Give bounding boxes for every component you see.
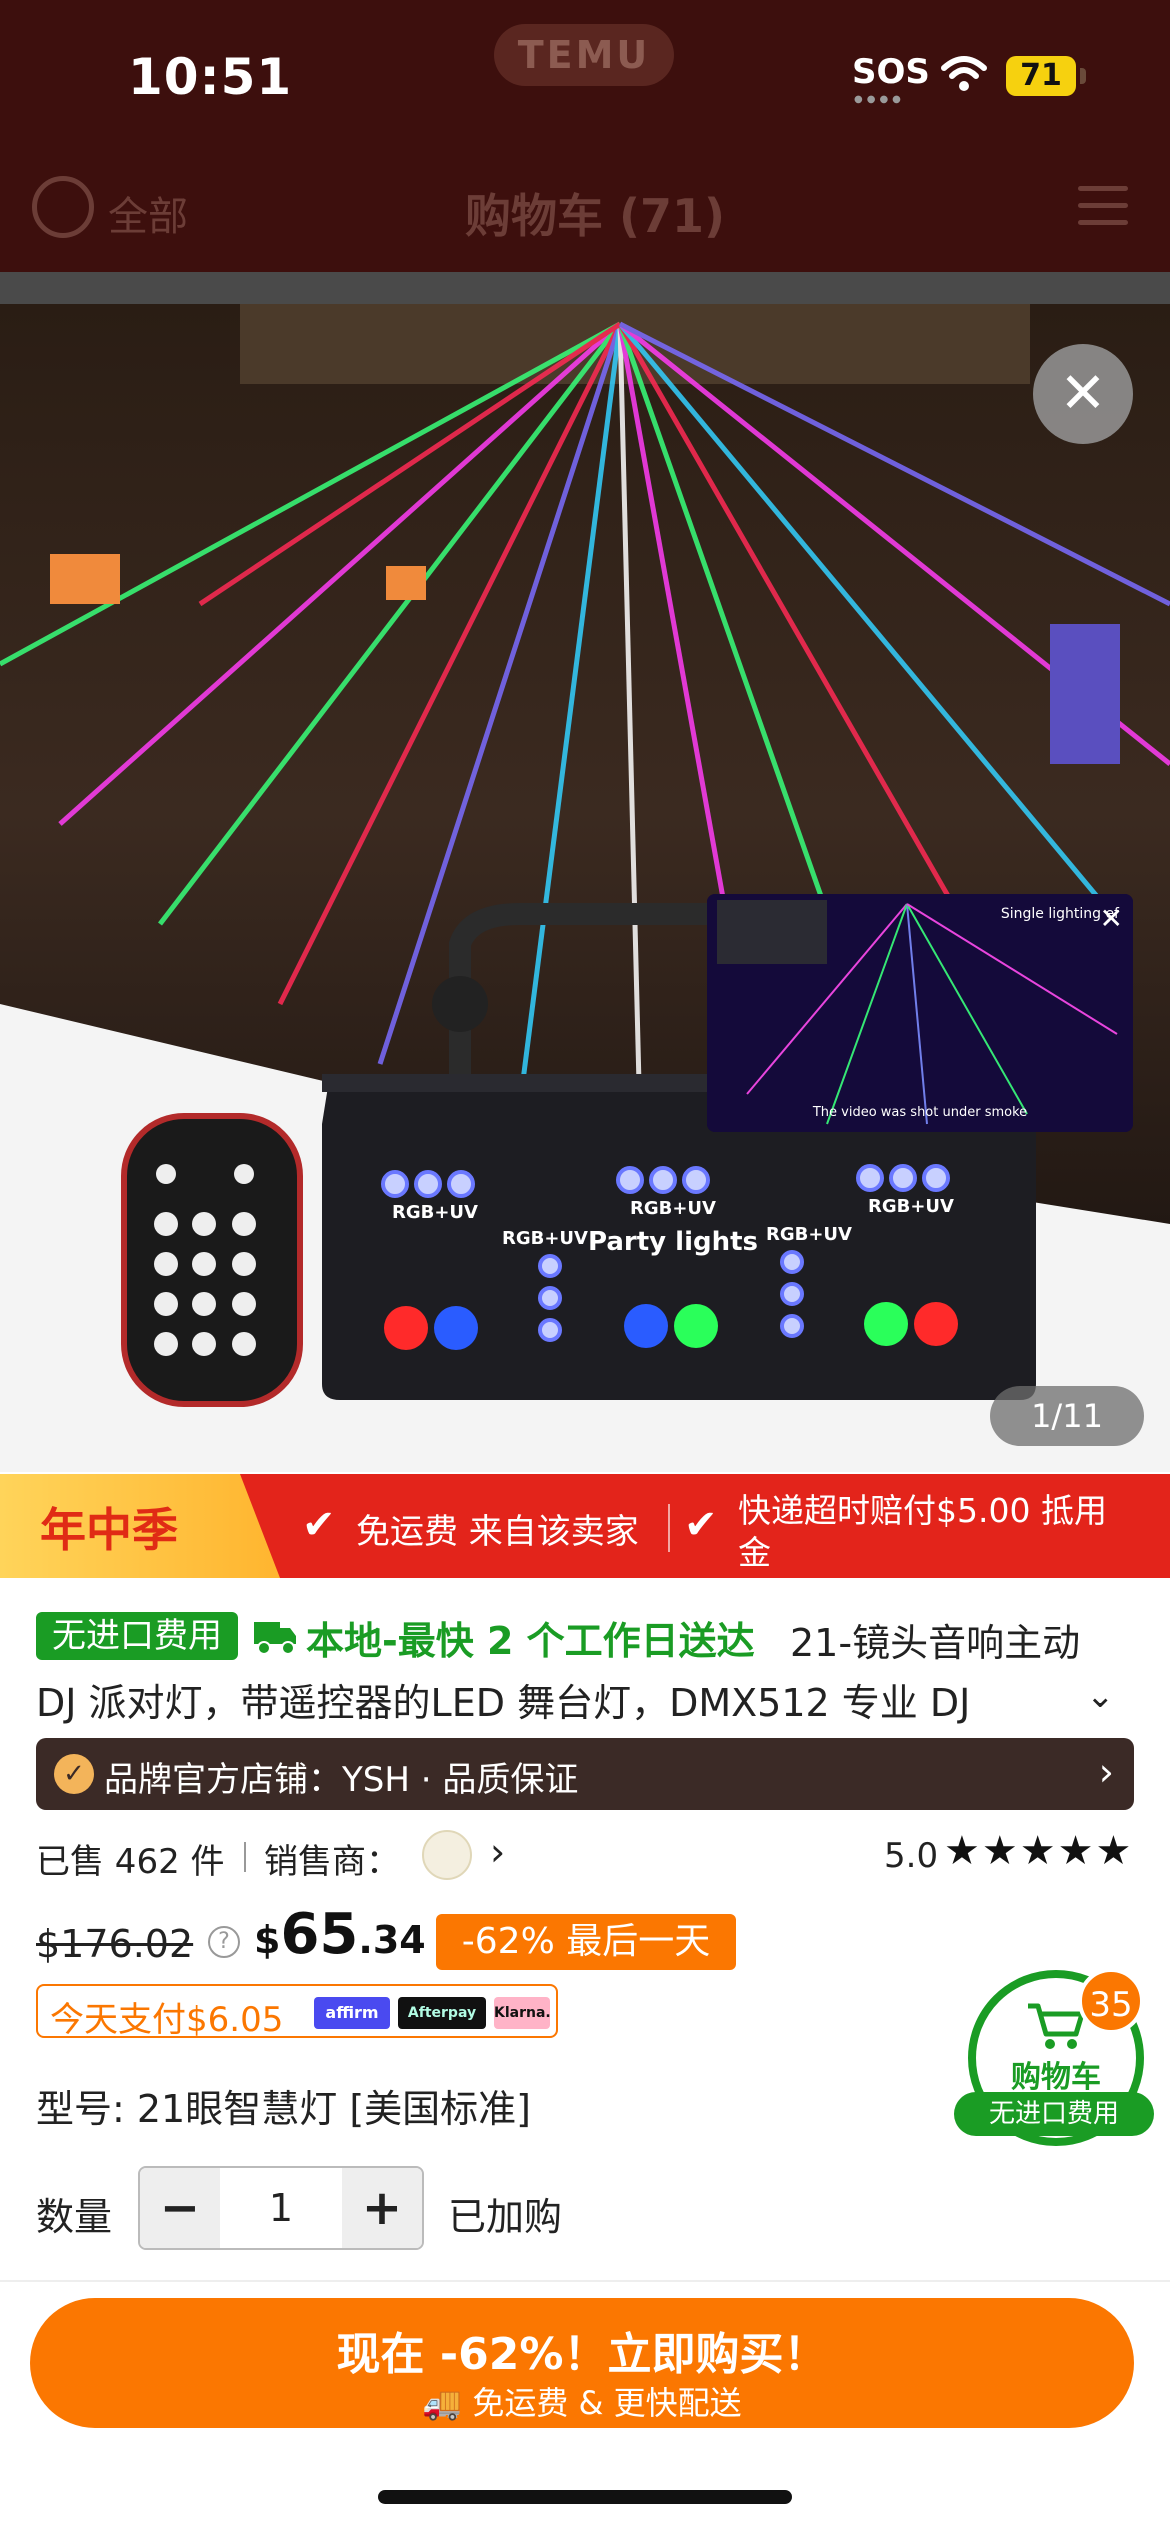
local-delivery-text: 本地-最快 2 个工作日送达 — [306, 1619, 755, 1663]
floating-cart-subtitle: 无进口费用 — [954, 2092, 1154, 2136]
truck-icon — [254, 1622, 296, 1655]
klarna-logo: Klarna. — [494, 1997, 551, 2029]
price-decimal: .34 — [358, 1918, 426, 1962]
buy-now-subtitle: 🚚 免运费 & 更快配送 — [30, 2378, 1134, 2424]
promo-banner: 年中季 ✔ 免运费 来自该卖家 ✔ 快递超时赔付$5.00 抵用 金 — [0, 1474, 1170, 1578]
brand-store-text: 品牌官方店铺：YSH · 品质保证 — [104, 1760, 579, 1800]
sold-count: 已售 462 件 — [36, 1842, 225, 1882]
truck-icon: 🚚 — [422, 2384, 463, 2422]
dimmed-cart-header: 10:51 TEMU SOS ●●●● 71 全部 购物车 (71) — [0, 0, 1170, 272]
quantity-value[interactable]: 1 — [220, 2168, 342, 2248]
wifi-icon — [941, 56, 987, 91]
video-preview-image — [707, 894, 1133, 1132]
current-price: $65.34 — [254, 1902, 426, 1967]
brand-store-bar[interactable]: ✓ 品牌官方店铺：YSH · 品质保证 › — [36, 1738, 1134, 1810]
svg-text:RGB+UV: RGB+UV — [868, 1196, 954, 1217]
select-all-checkbox[interactable] — [32, 176, 94, 238]
check-icon: ✔ — [684, 1502, 718, 1548]
video-preview[interactable]: Single lighting ef ✕ The video was shot … — [707, 894, 1133, 1132]
sheet-backdrop — [0, 272, 1170, 304]
product-title-line2: DJ 派对灯，带遥控器的LED 舞台灯，DMX512 专业 DJ — [36, 1681, 971, 1725]
svg-text:RGB+UV: RGB+UV — [630, 1198, 716, 1219]
discount-badge: -62% 最后一天 — [436, 1914, 736, 1970]
price-integer: 65 — [280, 1902, 359, 1967]
cart-title: 购物车 (71) — [465, 189, 726, 243]
chevron-right-icon[interactable]: › — [490, 1830, 505, 1874]
quantity-stepper: − 1 + — [138, 2166, 424, 2250]
help-icon[interactable]: ? — [208, 1926, 240, 1958]
floating-cart-button[interactable]: 购物车 无进口费用 35 — [954, 1968, 1154, 2156]
sos-indicator: SOS — [852, 52, 930, 92]
check-icon: ✔ — [302, 1502, 336, 1548]
image-page-counter: 1/11 — [990, 1386, 1144, 1446]
affirm-logo: affirm — [314, 1997, 390, 2029]
battery-indicator: 71 — [1006, 56, 1076, 96]
chevron-right-icon: › — [1098, 1750, 1114, 1794]
rating-stars[interactable]: ★★★★★ — [944, 1828, 1133, 1874]
late-delivery-credit-line1: 快递超时赔付$5.00 抵用 — [738, 1491, 1107, 1530]
seller-logo[interactable] — [422, 1830, 472, 1880]
pay-later-box[interactable]: 今天支付$6.05 affirm Afterpay Klarna. — [36, 1984, 558, 2040]
model-spec[interactable]: 型号: 21眼智慧灯 [美国标准] — [36, 2078, 531, 2133]
home-indicator[interactable] — [378, 2490, 792, 2504]
video-caption-bottom: The video was shot under smoke — [812, 1105, 1028, 1120]
increase-button[interactable]: + — [342, 2168, 422, 2248]
temu-logo: TEMU — [494, 24, 674, 86]
buy-now-label: 现在 -62%！立即购买！ — [336, 2329, 828, 2380]
price-symbol: $ — [254, 1918, 281, 1962]
status-time: 10:51 — [128, 48, 293, 106]
svg-text:RGB+UV: RGB+UV — [392, 1202, 478, 1223]
promo-divider — [668, 1504, 670, 1552]
close-icon[interactable]: ✕ — [1033, 344, 1133, 444]
bottom-divider — [0, 2280, 1170, 2282]
afterpay-logo: Afterpay — [398, 1997, 486, 2029]
season-label: 年中季 — [40, 1503, 178, 1557]
svg-text:Party lights: Party lights — [588, 1227, 758, 1257]
rating-score: 5.0 — [884, 1836, 939, 1876]
sold-divider — [244, 1842, 246, 1872]
svg-text:RGB+UV: RGB+UV — [766, 1224, 852, 1245]
seller-label: 销售商： — [264, 1842, 400, 1882]
list-menu-icon[interactable] — [1078, 186, 1128, 230]
decrease-button[interactable]: − — [140, 2168, 220, 2248]
product-photo: RGB+UV RGB+UV RGB+UV RGB+UV RGB+UV Party… — [0, 304, 1170, 1472]
shield-check-icon: ✓ — [54, 1754, 94, 1794]
season-badge: 年中季 — [0, 1474, 280, 1578]
signal-dots: ●●●● — [854, 94, 905, 105]
no-import-fee-badge: 无进口费用 — [36, 1612, 238, 1660]
quantity-label: 数量 — [36, 2195, 113, 2239]
svg-text:RGB+UV: RGB+UV — [502, 1228, 588, 1249]
battery-tip — [1080, 68, 1086, 84]
in-cart-label: 已加购 — [448, 2195, 563, 2239]
select-all-label[interactable]: 全部 — [108, 184, 188, 242]
video-close-icon[interactable]: ✕ — [1100, 902, 1123, 935]
cart-icon — [1028, 2003, 1085, 2049]
cart-count-badge: 35 — [1078, 1968, 1144, 2034]
free-shipping-text: 免运费 来自该卖家 — [356, 1512, 639, 1552]
product-title-line1: 21-镜头音响主动 — [790, 1621, 1081, 1665]
buy-now-subtitle-text: 免运费 & 更快配送 — [472, 2384, 742, 2422]
chevron-down-icon[interactable]: ⌄ — [1086, 1676, 1115, 1716]
floating-cart-label: 购物车 — [1011, 2060, 1101, 2095]
original-price: $176.02 — [36, 1922, 194, 1966]
late-delivery-credit-line2: 金 — [738, 1533, 771, 1572]
buy-now-button[interactable]: 现在 -62%！立即购买！ 🚚 免运费 & 更快配送 — [30, 2298, 1134, 2428]
product-gallery[interactable]: RGB+UV RGB+UV RGB+UV RGB+UV RGB+UV Party… — [0, 304, 1170, 1472]
pay-today-text: 今天支付$6.05 — [50, 2000, 284, 2040]
